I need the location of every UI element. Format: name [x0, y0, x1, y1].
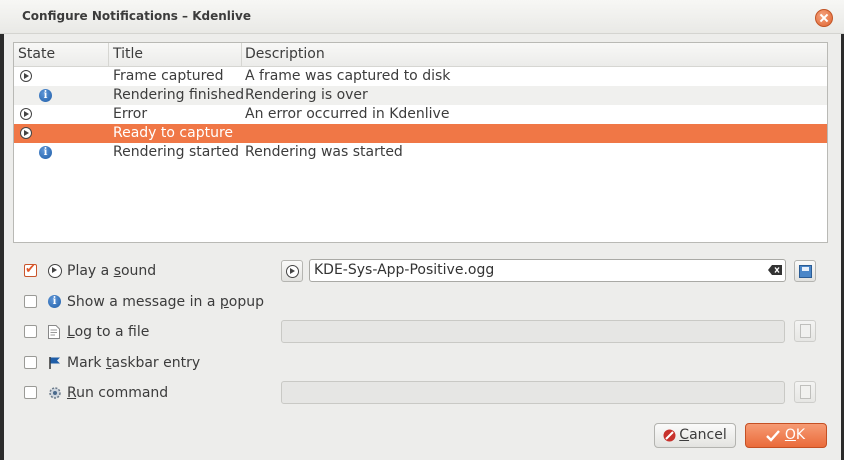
log-file-label[interactable]: Log to a file: [67, 322, 149, 342]
run-command-checkbox[interactable]: [24, 386, 37, 399]
table-row-selected[interactable]: Ready to capture: [14, 124, 827, 143]
option-mark-taskbar: Mark taskbar entry: [24, 353, 264, 375]
row-title: Rendering started: [113, 144, 240, 160]
show-popup-checkbox[interactable]: [24, 295, 37, 308]
column-header-description[interactable]: Description: [245, 46, 325, 62]
row-title: Frame captured: [113, 68, 224, 84]
column-header-state[interactable]: State: [18, 46, 55, 62]
flag-icon: [49, 357, 60, 369]
option-log-file: Log to a file: [24, 322, 264, 344]
log-file-input[interactable]: [281, 320, 785, 343]
browse-log-file-button[interactable]: [794, 320, 816, 342]
play-icon: [20, 108, 32, 120]
close-button[interactable]: [815, 9, 833, 27]
play-sound-label[interactable]: Play a sound: [67, 261, 156, 281]
option-play-sound: Play a sound: [24, 261, 274, 283]
window-title: Configure Notifications – Kdenlive: [22, 9, 251, 23]
cancel-button[interactable]: Cancel: [654, 423, 736, 448]
browse-sound-button[interactable]: [794, 260, 816, 282]
events-table[interactable]: State Title Description Frame captured A…: [13, 42, 828, 243]
show-popup-label[interactable]: Show a message in a popup: [67, 292, 264, 312]
title-bar: Configure Notifications – Kdenlive: [0, 0, 844, 34]
row-title: Rendering finished: [113, 87, 245, 103]
run-command-input[interactable]: [281, 381, 785, 404]
column-header-title[interactable]: Title: [113, 46, 143, 62]
play-icon: [48, 264, 62, 278]
info-icon: i: [39, 146, 52, 159]
info-icon: i: [48, 295, 61, 308]
info-icon: i: [39, 89, 52, 102]
save-icon: [799, 265, 812, 278]
ok-label: OK: [784, 427, 806, 443]
mark-taskbar-label[interactable]: Mark taskbar entry: [67, 353, 200, 373]
log-file-checkbox[interactable]: [24, 325, 37, 338]
run-command-label[interactable]: Run command: [67, 383, 168, 403]
row-title: Error: [113, 106, 148, 122]
play-sound-checkbox[interactable]: [24, 262, 37, 277]
cancel-label: Cancel: [679, 427, 727, 443]
ok-button[interactable]: OK: [745, 423, 827, 448]
gear-icon: [49, 387, 61, 399]
sound-file-value: KDE-Sys-App-Positive.ogg: [314, 262, 495, 278]
option-show-popup: i Show a message in a popup: [24, 292, 264, 314]
play-icon: [20, 127, 32, 139]
checkmark-icon: [766, 430, 780, 442]
option-run-command: Run command: [24, 383, 264, 405]
table-row[interactable]: i Rendering started Rendering was starte…: [14, 143, 827, 162]
background-edge-left: [0, 0, 4, 460]
row-description: Rendering was started: [245, 144, 403, 160]
play-icon: [286, 265, 299, 278]
file-icon: [800, 324, 811, 338]
row-description: An error occurred in Kdenlive: [245, 106, 450, 122]
clear-icon[interactable]: [768, 265, 782, 275]
play-icon: [20, 70, 32, 82]
text-file-icon: [48, 325, 60, 339]
row-description: Rendering is over: [245, 87, 368, 103]
table-row[interactable]: i Rendering finished Rendering is over: [14, 86, 827, 105]
sound-file-input[interactable]: KDE-Sys-App-Positive.ogg: [309, 259, 786, 282]
mark-taskbar-checkbox[interactable]: [24, 356, 37, 369]
cancel-icon: [663, 429, 676, 442]
table-row[interactable]: Error An error occurred in Kdenlive: [14, 105, 827, 124]
row-title: Ready to capture: [113, 125, 234, 141]
table-row[interactable]: Frame captured A frame was captured to d…: [14, 67, 827, 86]
file-icon: [800, 385, 811, 399]
row-description: A frame was captured to disk: [245, 68, 451, 84]
play-sound-preview-button[interactable]: [281, 260, 303, 282]
browse-command-button[interactable]: [794, 381, 816, 403]
table-header: State Title Description: [14, 43, 827, 67]
